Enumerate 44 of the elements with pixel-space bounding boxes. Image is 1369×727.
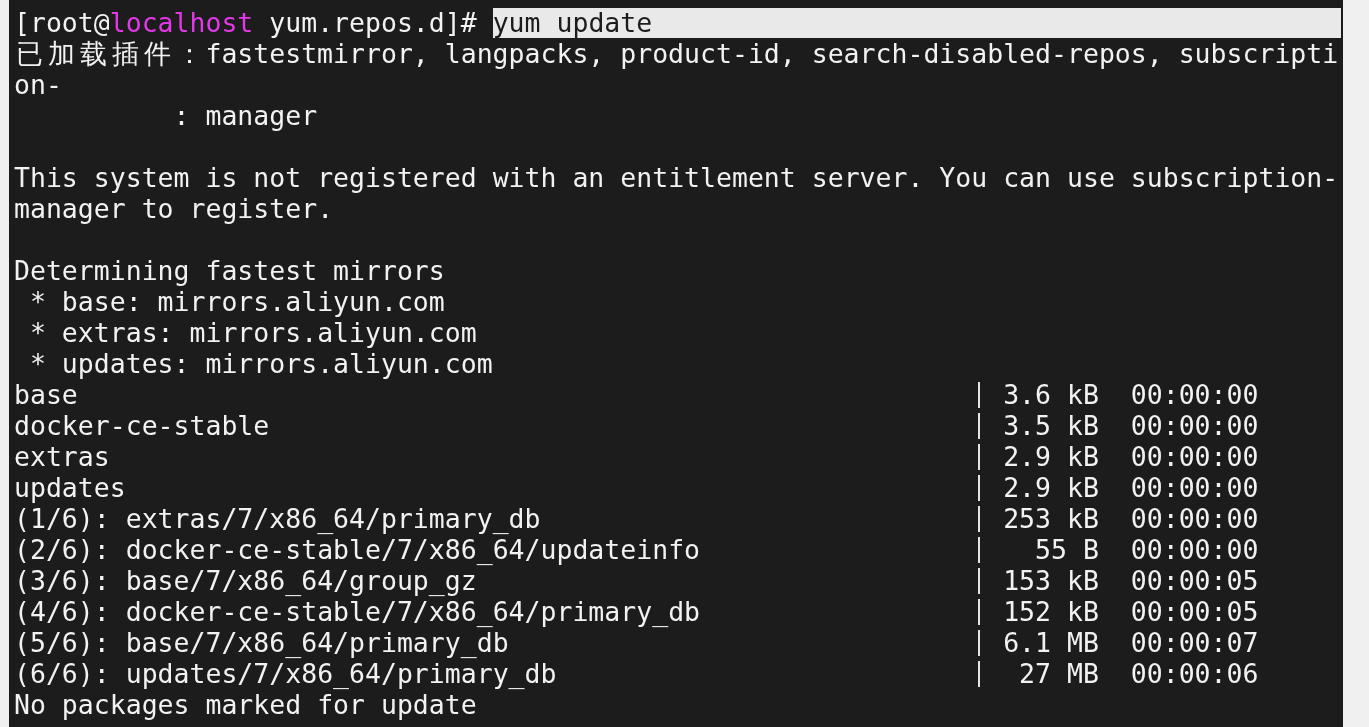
output-line: No packages marked for update <box>14 689 477 720</box>
download-size: 27 MB <box>1019 658 1099 689</box>
download-time: 00:00:06 <box>1130 658 1259 689</box>
repo-name: updates <box>14 472 126 503</box>
selected-command-text: yum update <box>492 7 1341 38</box>
output-line: manager to register. <box>14 193 334 224</box>
repo-name: extras <box>14 441 110 472</box>
repo-name: (2/6): docker-ce-stable/7/x86_64/updateinfo <box>14 534 701 565</box>
repo-name: (3/6): base/7/x86_64/group_gz <box>14 565 477 596</box>
download-size: 2.9 kB <box>1003 441 1099 472</box>
download-size: 6.1 MB <box>1003 627 1099 658</box>
repo-name: base <box>14 379 78 410</box>
download-time: 00:00:00 <box>1130 441 1259 472</box>
output-line: This system is not registered with an entitlement server. You can use subscription- <box>14 162 1339 193</box>
download-time: 00:00:00 <box>1130 503 1259 534</box>
download-size: 55 B <box>1035 534 1099 565</box>
output-line: * base: mirrors.aliyun.com <box>29 286 445 317</box>
download-time: 00:00:07 <box>1130 627 1259 658</box>
prompt-user-text: [root@ <box>14 7 110 38</box>
download-size: 253 kB <box>1003 503 1099 534</box>
download-time: 00:00:00 <box>1130 379 1259 410</box>
output-line: : manager <box>173 100 318 131</box>
repo-name: (5/6): base/7/x86_64/primary_db <box>14 627 509 658</box>
output-line: * extras: mirrors.aliyun.com <box>29 317 477 348</box>
repo-name: docker-ce-stable <box>14 410 270 441</box>
download-time: 00:00:05 <box>1130 565 1259 596</box>
download-size: 3.5 kB <box>1003 410 1099 441</box>
prompt-path-text: yum.repos.d]# <box>269 7 477 38</box>
output-line: on- <box>14 69 62 100</box>
download-size: 3.6 kB <box>1003 379 1099 410</box>
download-time: 00:00:00 <box>1130 410 1259 441</box>
output-line: * updates: mirrors.aliyun.com <box>29 348 493 379</box>
download-time: 00:00:00 <box>1130 534 1259 565</box>
download-time: 00:00:05 <box>1130 596 1259 627</box>
repo-name: (6/6): updates/7/x86_64/primary_db <box>14 658 557 689</box>
prompt-host-text: localhost <box>109 7 254 38</box>
output-line: 已加载插件：fastestmirror, langpacks, product-id, search-disabled-repos, subscripti <box>15 38 1339 69</box>
download-size: 153 kB <box>1003 565 1099 596</box>
repo-name: (4/6): docker-ce-stable/7/x86_64/primary_db <box>14 596 701 627</box>
repo-name: (1/6): extras/7/x86_64/primary_db <box>14 503 541 534</box>
download-time: 00:00:00 <box>1130 472 1259 503</box>
download-size: 2.9 kB <box>1003 472 1099 503</box>
download-size: 152 kB <box>1003 596 1099 627</box>
output-line: Determining fastest mirrors <box>14 255 445 286</box>
